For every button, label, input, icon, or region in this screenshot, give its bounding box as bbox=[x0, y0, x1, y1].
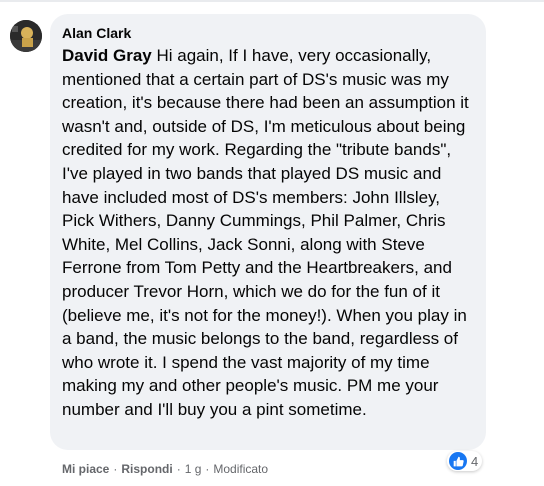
reaction-count: 4 bbox=[471, 453, 479, 469]
comment-bubble: Alan Clark David Gray Hi again, If I hav… bbox=[50, 14, 486, 450]
avatar-image bbox=[10, 20, 42, 52]
mention-link[interactable]: David Gray bbox=[62, 46, 152, 65]
separator: · bbox=[176, 462, 181, 476]
divider bbox=[0, 0, 544, 2]
comment-text: David Gray Hi again, If I have, very occ… bbox=[62, 44, 476, 422]
like-icon bbox=[449, 452, 467, 470]
reaction-summary[interactable]: 4 bbox=[447, 451, 483, 471]
separator: · bbox=[205, 462, 210, 476]
comment-body: Hi again, If I have, very occasionally, … bbox=[62, 46, 469, 419]
comment-author[interactable]: Alan Clark bbox=[62, 24, 474, 42]
separator: · bbox=[113, 462, 118, 476]
edited-label[interactable]: Modificato bbox=[213, 462, 268, 476]
comment-actions: Mi piace · Rispondi · 1 g · Modificato bbox=[62, 462, 268, 476]
timestamp[interactable]: 1 g bbox=[185, 462, 202, 476]
reply-button[interactable]: Rispondi bbox=[121, 462, 172, 476]
like-button[interactable]: Mi piace bbox=[62, 462, 109, 476]
comment-thread: Alan Clark David Gray Hi again, If I hav… bbox=[0, 0, 544, 486]
avatar[interactable] bbox=[10, 20, 42, 52]
